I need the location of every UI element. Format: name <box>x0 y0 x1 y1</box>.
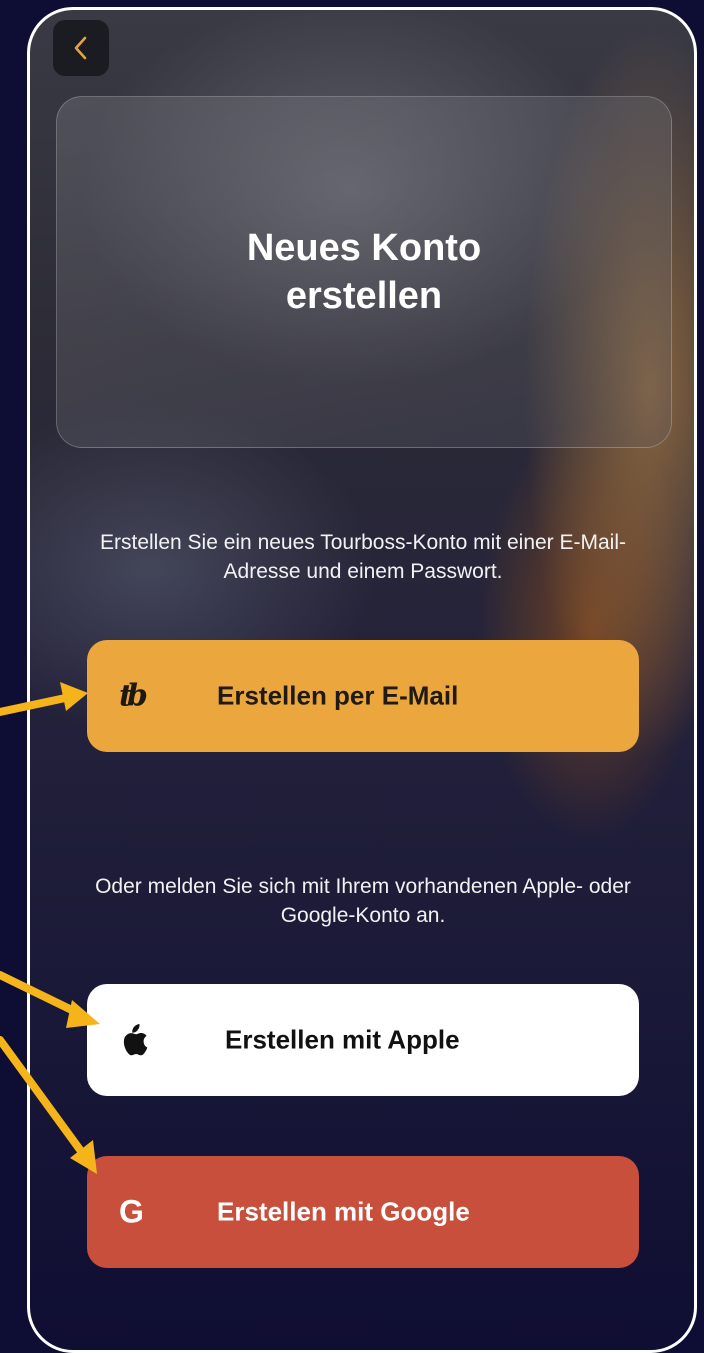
create-with-email-label: Erstellen per E-Mail <box>217 680 459 711</box>
chevron-left-icon <box>74 36 87 60</box>
phone-frame: Neues Konto erstellen Erstellen Sie ein … <box>27 7 697 1353</box>
back-button[interactable] <box>53 20 109 76</box>
page-title: Neues Konto erstellen <box>246 227 482 317</box>
social-description: Oder melden Sie sich mit Ihrem vorhanden… <box>95 875 631 927</box>
create-with-google-button[interactable]: G Erstellen mit Google <box>87 1156 639 1268</box>
create-with-apple-button[interactable]: Erstellen mit Apple <box>87 984 639 1096</box>
create-with-apple-label: Erstellen mit Apple <box>225 1024 460 1055</box>
email-description: Erstellen Sie ein neues Tourboss-Konto m… <box>99 531 627 583</box>
create-with-email-button[interactable]: tb Erstellen per E-Mail <box>87 640 639 752</box>
hero-card: Neues Konto erstellen <box>56 96 672 448</box>
google-logo-text: G <box>119 1193 144 1230</box>
tourboss-logo-icon: tb <box>119 678 148 714</box>
apple-icon <box>119 1022 149 1058</box>
create-with-google-label: Erstellen mit Google <box>217 1196 470 1227</box>
google-icon: G <box>119 1194 144 1231</box>
tourboss-logo-text: tb <box>119 678 148 714</box>
